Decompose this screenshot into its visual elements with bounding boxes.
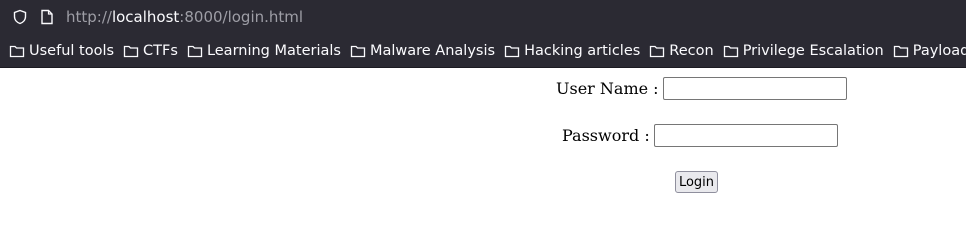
- url-text[interactable]: http://localhost:8000/login.html: [66, 8, 303, 26]
- password-row: Password :: [562, 124, 838, 147]
- bookmark-label: CTFs: [143, 42, 178, 59]
- folder-icon: [650, 45, 665, 57]
- folder-icon: [893, 45, 908, 57]
- bookmark-privilege-escalation[interactable]: Privilege Escalation: [723, 39, 884, 63]
- folder-icon: [123, 45, 139, 57]
- bookmarks-toolbar: Useful tools CTFs Learning Materials Mal…: [0, 34, 966, 68]
- bookmark-payloads[interactable]: Payloads: [893, 39, 966, 63]
- page-content: User Name : Password : Login: [0, 68, 966, 243]
- url-host: localhost: [111, 8, 180, 26]
- bookmark-learning-materials[interactable]: Learning Materials: [187, 39, 341, 63]
- bookmark-label: Useful tools: [29, 42, 115, 59]
- bookmark-recon[interactable]: Recon: [649, 39, 714, 63]
- folder-icon: [9, 45, 25, 57]
- bookmark-malware-analysis[interactable]: Malware Analysis: [350, 39, 495, 63]
- bookmark-label: Payloads: [912, 42, 966, 59]
- bookmark-label: Privilege Escalation: [742, 42, 884, 59]
- shield-icon[interactable]: [12, 9, 28, 25]
- login-button[interactable]: Login: [675, 171, 718, 193]
- bookmark-label: Learning Materials: [206, 42, 341, 59]
- page-icon: [41, 9, 53, 25]
- address-bar[interactable]: http://localhost:8000/login.html: [0, 0, 966, 34]
- url-prefix: http://: [66, 8, 112, 26]
- bookmark-label: Recon: [669, 42, 714, 59]
- folder-icon: [504, 45, 520, 57]
- bookmark-hacking-articles[interactable]: Hacking articles: [504, 39, 640, 63]
- folder-icon: [187, 45, 203, 57]
- password-label: Password :: [562, 126, 650, 145]
- folder-icon: [350, 45, 366, 57]
- url-rest: :8000/login.html: [179, 8, 304, 26]
- folder-icon: [723, 45, 738, 57]
- bookmark-ctfs[interactable]: CTFs: [123, 39, 178, 63]
- username-label: User Name :: [556, 79, 659, 98]
- username-row: User Name :: [556, 77, 847, 100]
- username-input[interactable]: [662, 77, 847, 100]
- bookmark-label: Malware Analysis: [369, 42, 496, 59]
- bookmark-label: Hacking articles: [524, 42, 641, 59]
- bookmark-useful-tools[interactable]: Useful tools: [9, 39, 114, 63]
- password-input[interactable]: [653, 124, 838, 147]
